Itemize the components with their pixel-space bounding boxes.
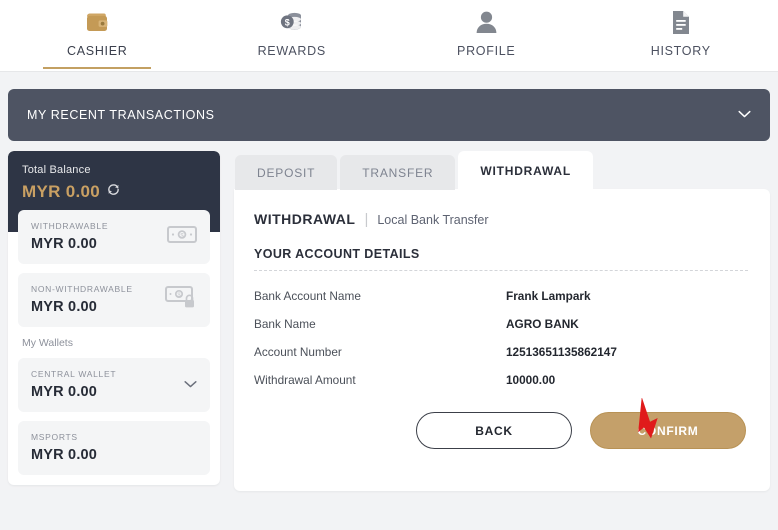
tab-deposit[interactable]: DEPOSIT xyxy=(235,155,338,190)
panel-heading-sub: Local Bank Transfer xyxy=(377,213,489,227)
content-area: Total Balance MYR 0.00 WITHDRAWABLE MYR … xyxy=(8,151,770,491)
wallet-card-label: CENTRAL WALLET xyxy=(31,369,117,379)
tab-transfer[interactable]: TRANSFER xyxy=(340,155,456,190)
back-button[interactable]: BACK xyxy=(416,412,572,449)
nav-label: REWARDS xyxy=(257,44,326,58)
wallet-card-value: MYR 0.00 xyxy=(31,447,98,463)
nav-label: PROFILE xyxy=(457,44,516,58)
main-panel: DEPOSIT TRANSFER WITHDRAWAL WITHDRAWAL |… xyxy=(234,151,770,491)
wallet-card-central-wallet[interactable]: CENTRAL WALLET MYR 0.00 xyxy=(18,358,210,412)
balance-sidebar: Total Balance MYR 0.00 WITHDRAWABLE MYR … xyxy=(8,151,220,485)
detail-value: AGRO BANK xyxy=(506,317,579,331)
banknote-icon: $ xyxy=(167,225,197,249)
recent-transactions-bar[interactable]: MY RECENT TRANSACTIONS xyxy=(8,89,770,141)
withdrawal-panel: WITHDRAWAL | Local Bank Transfer YOUR AC… xyxy=(234,189,770,491)
document-icon xyxy=(670,7,692,37)
detail-label: Bank Account Name xyxy=(254,289,361,303)
nav-label: CASHIER xyxy=(67,44,128,58)
detail-value: 10000.00 xyxy=(506,373,556,387)
nav-label: HISTORY xyxy=(650,44,711,58)
top-navigation-bar: CASHIER $ REWARDS PROFILE HISTORY xyxy=(0,0,778,72)
detail-label: Bank Name xyxy=(254,317,316,331)
panel-heading-separator: | xyxy=(364,211,369,228)
balance-card-non-withdrawable[interactable]: NON-WITHDRAWABLE MYR 0.00 $ xyxy=(18,273,210,327)
detail-row: Bank Account Name Frank Lampark xyxy=(254,289,748,303)
panel-heading: WITHDRAWAL | Local Bank Transfer xyxy=(254,211,748,228)
wallet-icon xyxy=(84,7,111,37)
detail-row: Bank Name AGRO BANK xyxy=(254,317,748,331)
detail-value: 12513651135862147 xyxy=(506,345,617,359)
nav-item-profile[interactable]: PROFILE xyxy=(389,0,584,72)
nav-item-rewards[interactable]: $ REWARDS xyxy=(195,0,390,72)
detail-label: Account Number xyxy=(254,345,342,359)
person-icon xyxy=(474,7,499,37)
banknote-lock-icon: $ xyxy=(165,285,197,314)
coins-icon: $ xyxy=(278,7,305,37)
confirm-button[interactable]: CONFIRM xyxy=(590,412,746,449)
detail-value: Frank Lampark xyxy=(506,289,591,303)
balance-card-label: NON-WITHDRAWABLE xyxy=(31,284,133,294)
refresh-icon[interactable] xyxy=(107,183,120,201)
recent-transactions-title: MY RECENT TRANSACTIONS xyxy=(27,108,215,122)
wallet-card-label: MSPORTS xyxy=(31,432,78,442)
action-buttons: BACK CONFIRM xyxy=(254,412,748,449)
section-divider xyxy=(254,270,748,271)
total-balance-label: Total Balance xyxy=(22,164,91,176)
nav-item-history[interactable]: HISTORY xyxy=(584,0,778,72)
my-wallets-label: My Wallets xyxy=(22,337,73,349)
balance-card-withdrawable[interactable]: WITHDRAWABLE MYR 0.00 $ xyxy=(18,210,210,264)
chevron-down-icon[interactable] xyxy=(184,376,197,394)
total-balance-row: MYR 0.00 xyxy=(22,182,206,202)
sidebar-body: WITHDRAWABLE MYR 0.00 $ NON-WITHDRAWABLE xyxy=(8,210,220,485)
detail-label: Withdrawal Amount xyxy=(254,373,356,387)
nav-item-cashier[interactable]: CASHIER xyxy=(0,0,195,72)
active-tab-underline xyxy=(43,67,152,69)
detail-row: Withdrawal Amount 10000.00 xyxy=(254,373,748,387)
panel-tabs: DEPOSIT TRANSFER WITHDRAWAL xyxy=(234,151,770,190)
balance-card-label: WITHDRAWABLE xyxy=(31,221,109,231)
chevron-down-icon[interactable] xyxy=(738,106,751,124)
total-balance-value: MYR 0.00 xyxy=(22,182,100,201)
tab-withdrawal[interactable]: WITHDRAWAL xyxy=(458,151,594,189)
balance-card-value: MYR 0.00 xyxy=(31,236,98,252)
wallet-card-value: MYR 0.00 xyxy=(31,384,98,400)
detail-row: Account Number 12513651135862147 xyxy=(254,345,748,359)
section-title: YOUR ACCOUNT DETAILS xyxy=(254,247,420,261)
wallet-card-msports[interactable]: MSPORTS MYR 0.00 xyxy=(18,421,210,475)
balance-card-value: MYR 0.00 xyxy=(31,299,98,315)
panel-heading-main: WITHDRAWAL xyxy=(254,211,356,227)
svg-text:$: $ xyxy=(285,17,290,27)
